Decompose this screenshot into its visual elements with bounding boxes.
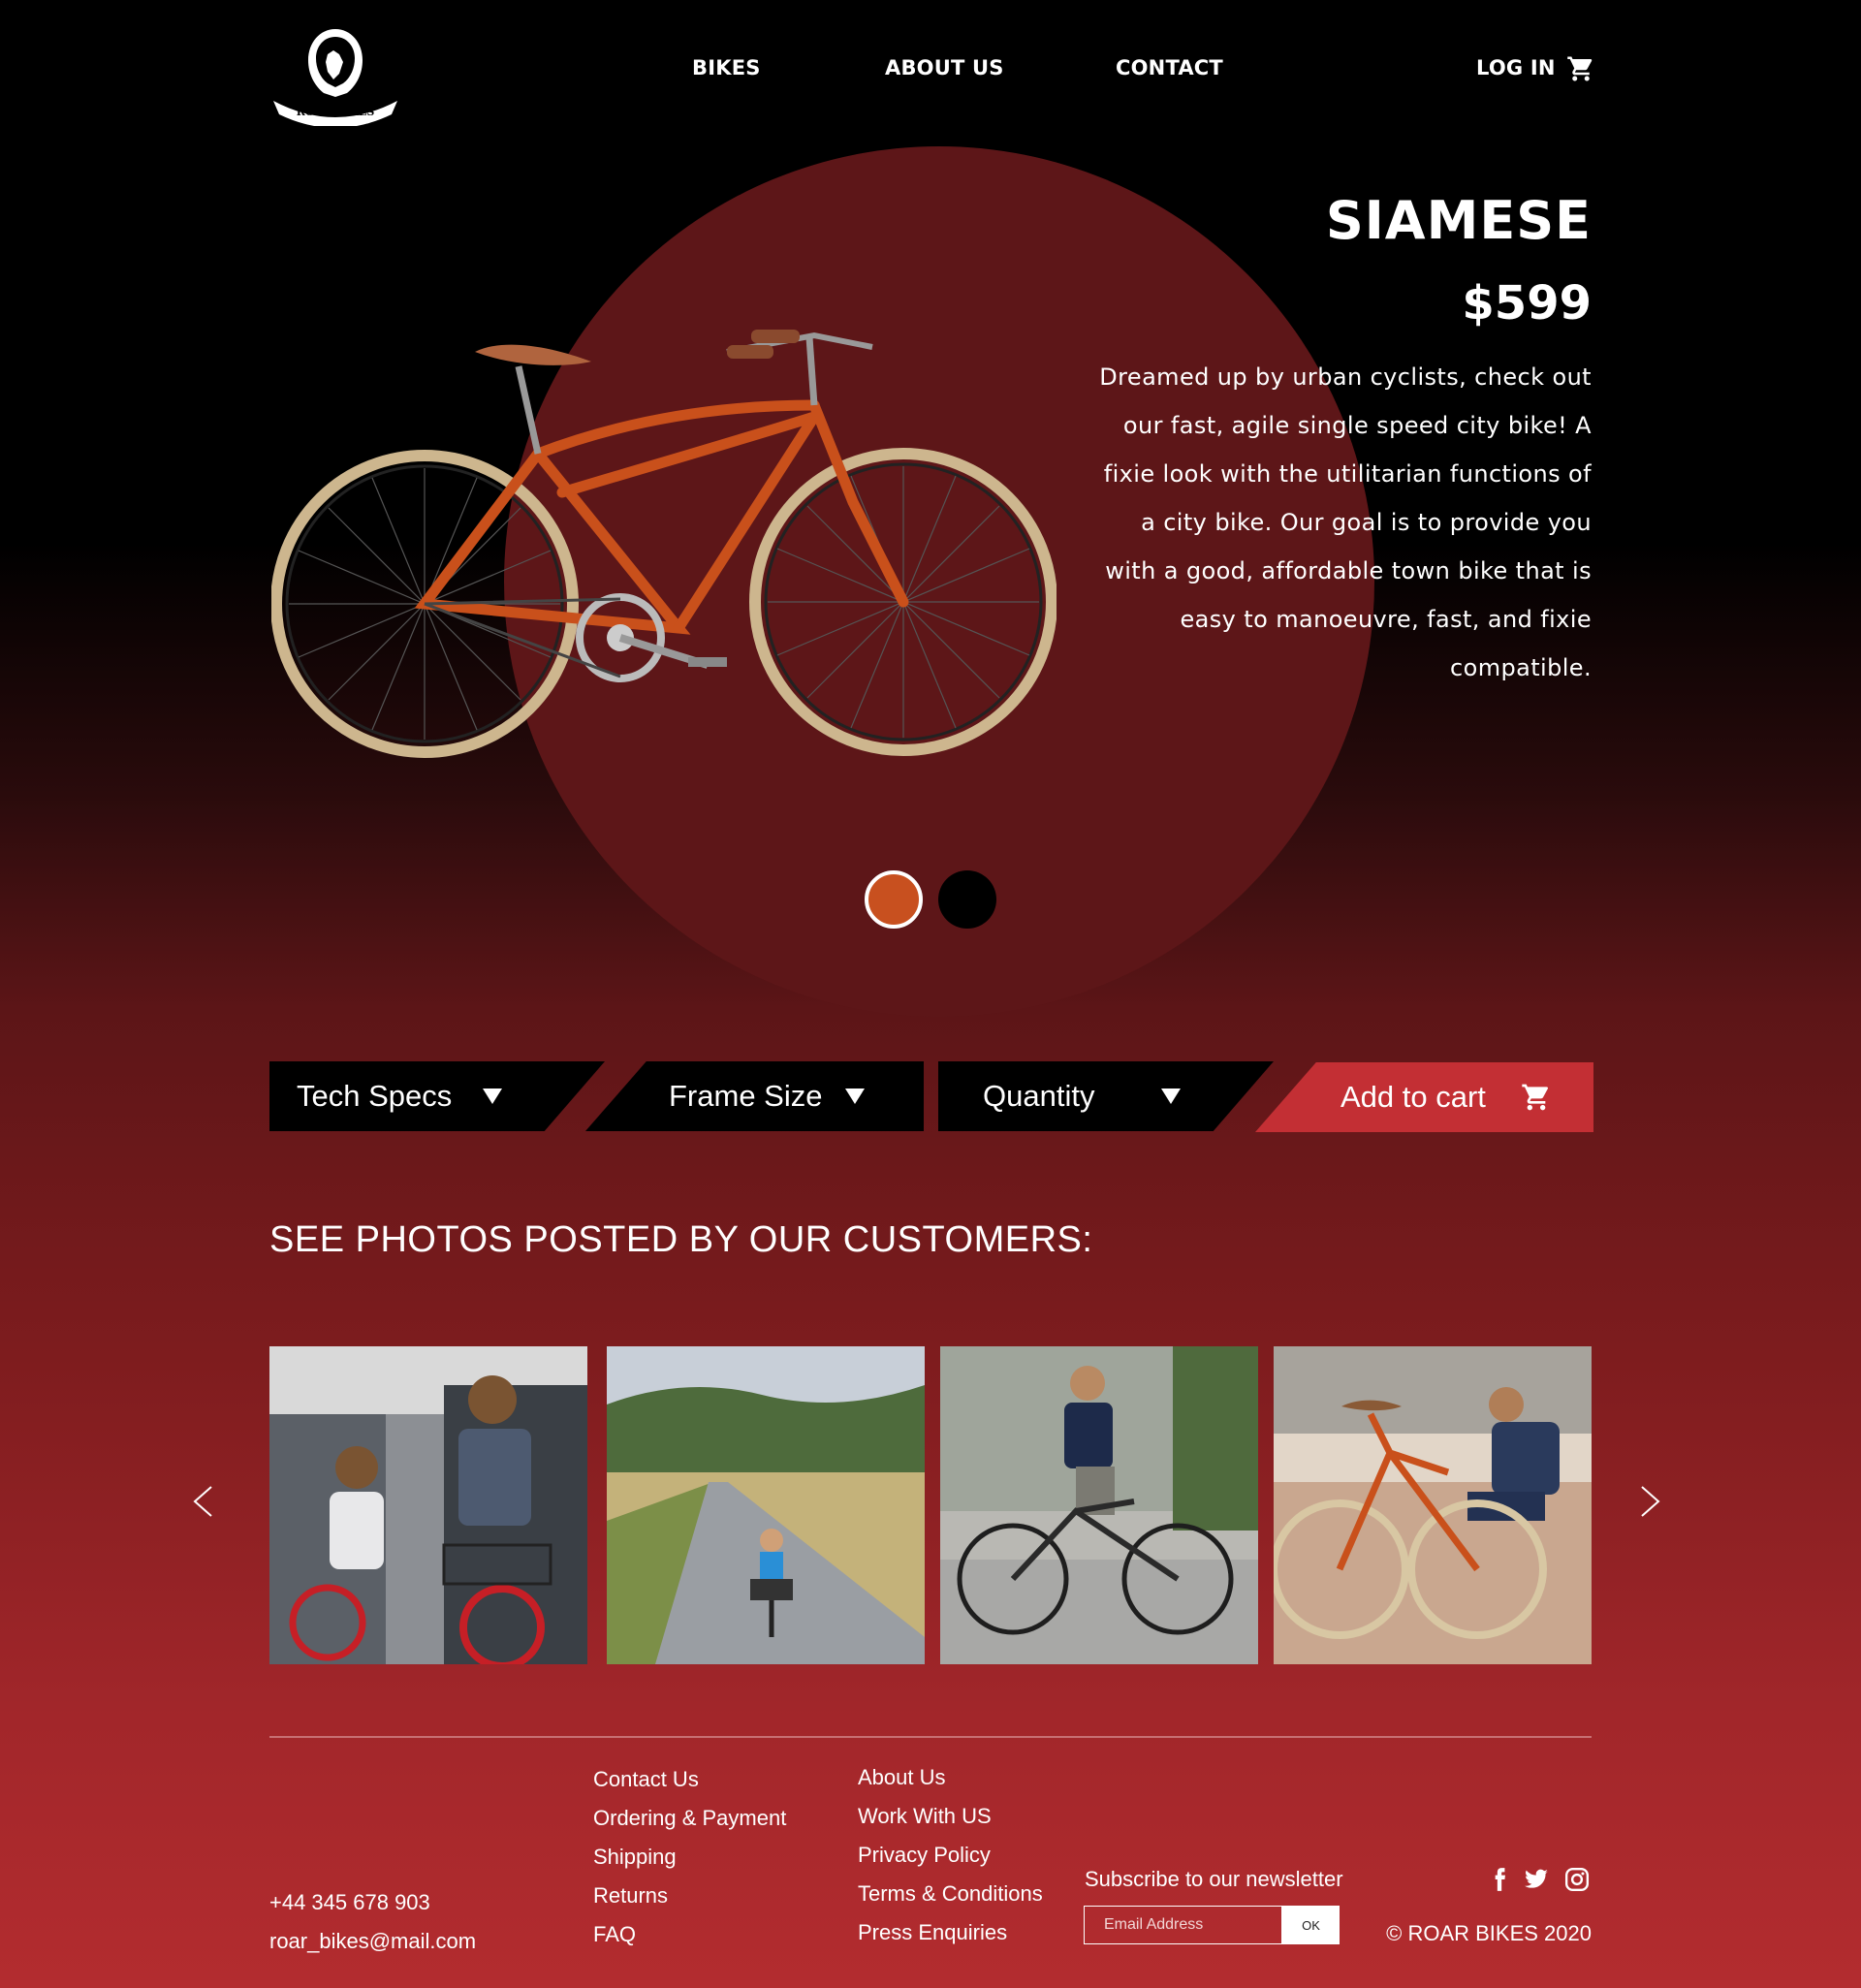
customer-photo-4[interactable] (1274, 1346, 1592, 1664)
logo-text: ROAR BIKES (297, 106, 375, 118)
footer-divider (269, 1736, 1592, 1738)
caret-down-icon (845, 1089, 865, 1104)
tech-specs-label: Tech Specs (297, 1079, 453, 1113)
product-title: SIAMESE (1325, 190, 1592, 251)
footer-link-contact-us[interactable]: Contact Us (593, 1767, 699, 1792)
caret-down-icon (483, 1089, 502, 1104)
footer-link-ordering-payment[interactable]: Ordering & Payment (593, 1806, 786, 1831)
footer-link-work-with-us[interactable]: Work With US (858, 1804, 992, 1829)
add-to-cart-button[interactable]: Add to cart (1255, 1062, 1593, 1132)
footer-link-privacy-policy[interactable]: Privacy Policy (858, 1843, 991, 1868)
customer-photo-1[interactable] (269, 1346, 587, 1664)
footer-link-shipping[interactable]: Shipping (593, 1845, 677, 1870)
copyright-text: © ROAR BIKES 2020 (1386, 1921, 1592, 1945)
roar-bikes-logo[interactable]: ROAR BIKES (269, 25, 401, 128)
caret-down-icon (1161, 1089, 1181, 1104)
nav-bikes[interactable]: BIKES (692, 56, 761, 79)
product-price: $599 (1462, 276, 1592, 331)
footer-link-about-us[interactable]: About Us (858, 1765, 946, 1790)
footer-email[interactable]: roar_bikes@mail.com (269, 1929, 476, 1954)
frame-size-dropdown[interactable]: Frame Size (585, 1061, 924, 1131)
footer-link-press-enquiries[interactable]: Press Enquiries (858, 1920, 1007, 1945)
newsletter-email-input[interactable] (1084, 1906, 1282, 1944)
facebook-icon[interactable] (1487, 1867, 1512, 1892)
quantity-label: Quantity (983, 1079, 1095, 1113)
nav-about-us[interactable]: ABOUT US (885, 56, 1004, 79)
bike-image (270, 308, 1057, 783)
footer-link-terms-conditions[interactable]: Terms & Conditions (858, 1881, 1043, 1907)
quantity-dropdown[interactable]: Quantity (938, 1061, 1274, 1131)
product-description: Dreamed up by urban cyclists, check out … (1099, 363, 1592, 681)
footer-link-returns[interactable]: Returns (593, 1883, 668, 1909)
color-swatch-orange[interactable] (865, 870, 923, 929)
add-to-cart-label: Add to cart (1341, 1080, 1486, 1114)
nav-contact[interactable]: CONTACT (1116, 56, 1223, 79)
customer-photo-2[interactable] (607, 1346, 925, 1664)
newsletter-ok-button[interactable]: OK (1282, 1906, 1340, 1944)
gallery-next-arrow-icon[interactable] (1639, 1485, 1662, 1518)
tech-specs-dropdown[interactable]: Tech Specs (269, 1061, 605, 1131)
customer-photo-3[interactable] (940, 1346, 1258, 1664)
login-link[interactable]: LOG IN (1476, 56, 1556, 79)
cart-icon[interactable] (1566, 54, 1595, 83)
gallery-prev-arrow-icon[interactable] (191, 1485, 214, 1518)
footer-phone: +44 345 678 903 (269, 1890, 430, 1914)
newsletter-label: Subscribe to our newsletter (1085, 1867, 1343, 1891)
twitter-icon[interactable] (1524, 1867, 1549, 1892)
color-swatch-black[interactable] (938, 870, 996, 929)
instagram-icon[interactable] (1564, 1867, 1590, 1892)
frame-size-label: Frame Size (669, 1079, 823, 1113)
gallery-title: SEE PHOTOS POSTED BY OUR CUSTOMERS: (269, 1219, 1093, 1260)
cart-icon (1521, 1082, 1552, 1120)
footer-link-faq[interactable]: FAQ (593, 1922, 636, 1947)
